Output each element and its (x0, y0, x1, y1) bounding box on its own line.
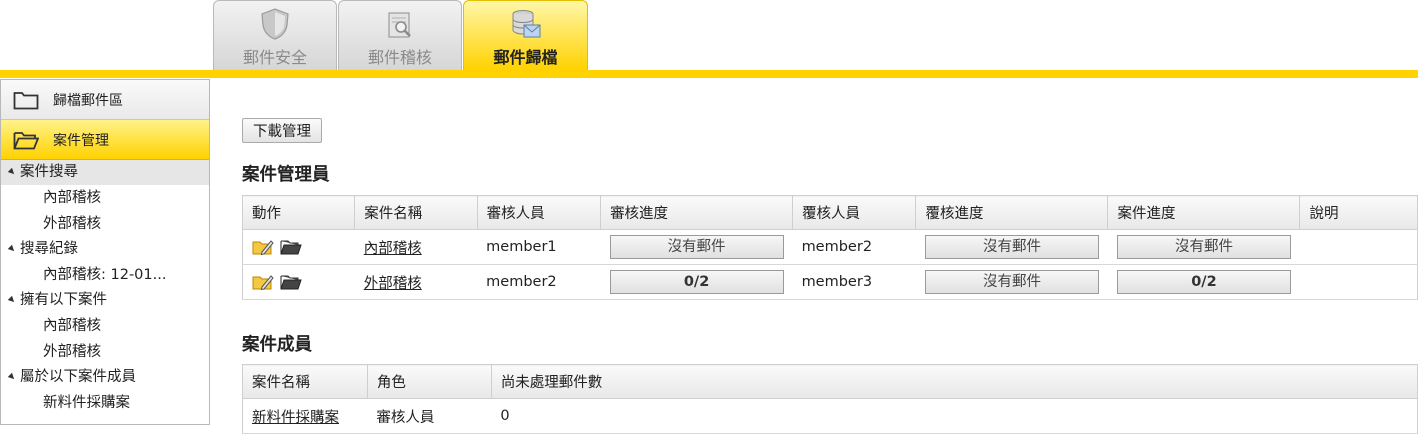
case-progress-cell: 0/2 (1107, 264, 1300, 300)
top-navigation: 郵件安全 郵件稽核 郵件歸檔 (0, 0, 1418, 79)
review-progress-cell: 沒有郵件 (600, 229, 793, 265)
case-name-cell: 新料件採購案 (242, 398, 368, 434)
edit-folder-icon[interactable] (252, 273, 274, 291)
note-cell (1299, 264, 1418, 300)
column-header: 動作 (241, 195, 356, 230)
expand-triangle-icon[interactable] (7, 372, 17, 382)
tab-mail-archive[interactable]: 郵件歸檔 (463, 0, 588, 70)
column-header: 審核進度 (600, 195, 794, 230)
sidebar-tree: 案件搜尋 內部稽核 外部稽核 搜尋紀錄 內部稽核: 12-01... 擁有以下案… (1, 160, 209, 416)
sidebar-item-label: 案件管理 (53, 132, 109, 149)
tree-item[interactable]: 內部稽核 (1, 185, 209, 211)
review-progress-bar: 沒有郵件 (609, 235, 784, 259)
column-header: 角色 (366, 364, 492, 399)
archive-database-icon (512, 10, 540, 38)
case-managers-table: 動作 案件名稱 審核人員 審核進度 覆核人員 覆核進度 案件進度 說明 內部稽核… (241, 195, 1418, 300)
tab-label: 郵件歸檔 (493, 48, 558, 67)
expand-triangle-icon[interactable] (7, 244, 17, 254)
tree-section-member-cases[interactable]: 屬於以下案件成員 (1, 365, 209, 390)
table-header-row: 動作 案件名稱 審核人員 審核進度 覆核人員 覆核進度 案件進度 說明 (241, 195, 1418, 230)
table-header-row: 案件名稱 角色 尚未處理郵件數 (242, 364, 1418, 399)
members-section-title: 案件成員 (242, 335, 312, 355)
column-header: 案件名稱 (354, 195, 478, 230)
managers-section-title: 案件管理員 (242, 165, 330, 185)
case-name-cell: 外部稽核 (354, 264, 478, 300)
expand-triangle-icon[interactable] (7, 167, 17, 177)
tree-section-label: 搜尋紀錄 (20, 241, 78, 257)
tree-section-label: 擁有以下案件 (20, 292, 107, 308)
role-cell: 審核人員 (367, 398, 492, 434)
edit-folder-icon[interactable] (252, 238, 274, 256)
folder-open-icon (13, 131, 39, 149)
tree-item[interactable]: 外部稽核 (1, 339, 209, 365)
table-row: 新料件採購案 審核人員 0 (242, 398, 1418, 434)
case-members-table: 案件名稱 角色 尚未處理郵件數 新料件採購案 審核人員 0 (242, 364, 1418, 434)
note-cell (1299, 229, 1418, 265)
tab-label: 郵件安全 (242, 48, 307, 67)
column-header: 覆核人員 (792, 195, 917, 230)
column-header: 覆核進度 (915, 195, 1109, 230)
recheck-progress-bar: 沒有郵件 (924, 270, 1099, 294)
action-cell (241, 229, 355, 265)
reviewer-cell: member1 (477, 229, 601, 265)
tree-section-search-history[interactable]: 搜尋紀錄 (1, 237, 209, 262)
tree-item[interactable]: 內部稽核 (1, 313, 209, 339)
download-management-button[interactable]: 下載管理 (242, 118, 322, 143)
column-header: 案件名稱 (242, 364, 368, 399)
column-header: 說明 (1299, 195, 1418, 230)
tree-item[interactable]: 外部稽核 (1, 211, 209, 237)
sidebar-item-archived-mail[interactable]: 歸檔郵件區 (1, 80, 209, 120)
tab-mail-security[interactable]: 郵件安全 (213, 0, 337, 70)
tree-item[interactable]: 內部稽核: 12-01... (1, 262, 209, 288)
tab-underline (0, 70, 1418, 78)
tab-label: 郵件稽核 (367, 48, 432, 67)
tree-section-label: 屬於以下案件成員 (20, 369, 136, 385)
action-cell (241, 264, 355, 300)
recheck-progress-cell: 沒有郵件 (915, 229, 1108, 265)
case-name-link[interactable]: 新料件採購案 (252, 410, 339, 426)
recheck-progress-bar: 沒有郵件 (924, 235, 1099, 259)
case-name-link[interactable]: 內部稽核 (364, 241, 422, 257)
review-progress-cell: 0/2 (600, 264, 793, 300)
table-row: 內部稽核 member1 沒有郵件 member2 沒有郵件 沒有郵件 (241, 229, 1418, 265)
expand-triangle-icon[interactable] (7, 295, 17, 305)
case-name-cell: 內部稽核 (354, 229, 478, 265)
sidebar-item-case-management[interactable]: 案件管理 (1, 120, 209, 160)
pending-count-cell: 0 (491, 398, 1418, 434)
mail-search-icon (388, 12, 411, 38)
tree-section-label: 案件搜尋 (20, 164, 78, 180)
column-header: 案件進度 (1107, 195, 1301, 230)
tree-section-owned-cases[interactable]: 擁有以下案件 (1, 288, 209, 313)
case-name-link[interactable]: 外部稽核 (364, 276, 422, 292)
tree-item[interactable]: 新料件採購案 (1, 390, 209, 416)
table-row: 外部稽核 member2 0/2 member3 沒有郵件 0/2 (241, 264, 1418, 300)
open-folder-icon[interactable] (280, 238, 302, 256)
reviewer-cell: member2 (477, 264, 601, 300)
rechecker-cell: member3 (792, 264, 916, 300)
open-folder-icon[interactable] (280, 273, 302, 291)
case-progress-cell: 沒有郵件 (1107, 229, 1300, 265)
recheck-progress-cell: 沒有郵件 (915, 264, 1108, 300)
sidebar: 歸檔郵件區 案件管理 案件搜尋 內部稽核 外部稽核 搜尋紀錄 內部稽核: 12-… (0, 79, 210, 425)
tab-mail-audit[interactable]: 郵件稽核 (338, 0, 462, 70)
sidebar-item-label: 歸檔郵件區 (53, 92, 123, 109)
folder-icon (13, 91, 39, 109)
case-progress-bar: 0/2 (1116, 270, 1291, 294)
case-progress-bar: 沒有郵件 (1116, 235, 1291, 259)
rechecker-cell: member2 (792, 229, 916, 265)
shield-icon (261, 8, 289, 40)
column-header: 審核人員 (476, 195, 602, 230)
review-progress-bar: 0/2 (609, 270, 784, 294)
column-header: 尚未處理郵件數 (490, 364, 1418, 399)
tree-section-case-search[interactable]: 案件搜尋 (1, 160, 209, 185)
